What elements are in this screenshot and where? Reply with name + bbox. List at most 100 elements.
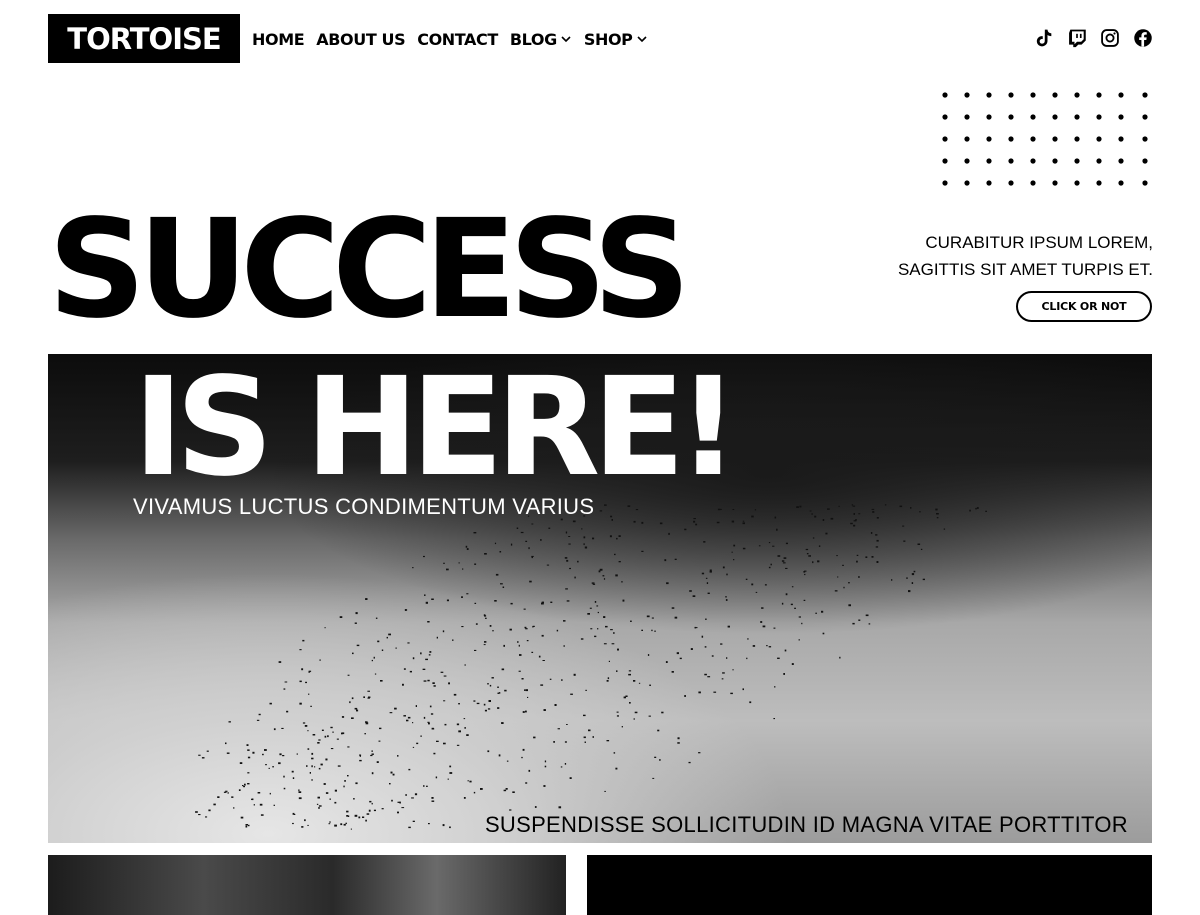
bird-mark	[856, 554, 859, 556]
bird-mark	[395, 647, 397, 649]
bird-mark	[420, 652, 422, 655]
bird-mark	[531, 556, 533, 559]
bird-mark	[592, 736, 594, 738]
bird-mark	[311, 779, 313, 781]
nav-about-us-label: ABOUT US	[316, 29, 406, 49]
bird-mark	[607, 677, 610, 680]
bird-mark	[304, 725, 308, 727]
bird-mark	[641, 550, 644, 552]
bird-mark	[649, 684, 651, 686]
bird-mark	[876, 561, 879, 563]
bird-mark	[585, 689, 587, 691]
bird-mark	[195, 811, 198, 813]
bird-mark	[625, 695, 628, 697]
bird-mark	[815, 612, 817, 614]
bird-mark	[305, 681, 307, 684]
nav-shop[interactable]: SHOP	[584, 30, 648, 49]
bird-mark	[397, 755, 399, 757]
bird-mark	[354, 707, 358, 710]
bird-mark	[347, 815, 350, 817]
bird-mark	[198, 754, 201, 756]
bird-mark	[676, 652, 679, 655]
bird-mark	[785, 593, 788, 596]
bird-mark	[768, 566, 771, 569]
chevron-down-icon	[636, 36, 647, 43]
bird-mark	[428, 823, 430, 825]
nav-about-us[interactable]: ABOUT US	[316, 30, 405, 49]
bird-mark	[777, 555, 781, 557]
bird-mark	[463, 797, 466, 799]
nav-blog[interactable]: BLOG	[510, 30, 572, 49]
bird-mark	[483, 703, 486, 706]
facebook-icon[interactable]	[1133, 28, 1153, 48]
bird-mark	[805, 548, 809, 551]
bird-mark	[223, 791, 227, 793]
bird-mark	[903, 540, 906, 542]
bird-mark	[720, 508, 722, 510]
bird-mark	[621, 726, 623, 728]
bird-mark	[356, 709, 359, 712]
bird-mark	[484, 709, 487, 712]
bird-mark	[764, 584, 767, 586]
bird-mark	[621, 581, 623, 583]
bird-mark	[521, 678, 524, 680]
bird-mark	[732, 509, 735, 510]
bird-mark	[822, 632, 825, 635]
bird-mark	[368, 696, 371, 698]
bird-mark	[319, 659, 321, 661]
bird-mark	[461, 596, 463, 598]
feature-card-dark[interactable]	[587, 855, 1152, 915]
instagram-icon[interactable]	[1100, 28, 1120, 48]
bird-mark	[899, 505, 903, 508]
bird-mark	[704, 646, 707, 648]
bird-mark	[447, 778, 449, 780]
bird-mark	[543, 709, 546, 711]
bird-mark	[412, 820, 415, 822]
click-or-not-button[interactable]: CLICK OR NOT	[1016, 291, 1152, 322]
bird-mark	[544, 760, 547, 763]
bird-mark	[717, 508, 721, 511]
bird-mark	[420, 735, 422, 737]
bird-mark	[408, 826, 411, 829]
site-logo[interactable]: TORTOISE	[48, 14, 240, 63]
tiktok-icon[interactable]	[1034, 28, 1054, 48]
bird-mark	[325, 758, 328, 761]
bird-mark	[245, 824, 248, 826]
bird-mark	[583, 543, 585, 546]
bird-mark	[307, 748, 310, 750]
bird-mark	[463, 718, 466, 720]
bird-mark	[725, 596, 727, 598]
nav-home[interactable]: HOME	[252, 30, 305, 49]
bird-mark	[707, 676, 711, 678]
bird-mark	[852, 505, 856, 507]
twitch-icon[interactable]	[1067, 28, 1087, 48]
bird-mark	[836, 555, 838, 557]
bird-mark	[677, 742, 680, 744]
bird-mark	[431, 598, 434, 600]
nav-contact[interactable]: CONTACT	[417, 30, 498, 49]
bird-mark	[423, 555, 425, 558]
bird-mark	[324, 735, 327, 738]
bird-mark	[565, 588, 568, 590]
bird-mark	[443, 675, 447, 677]
bird-mark	[301, 668, 304, 671]
bird-mark	[540, 684, 544, 686]
feature-card-image[interactable]	[48, 855, 566, 915]
bird-mark	[380, 680, 383, 682]
bird-mark	[365, 819, 367, 822]
bird-mark	[610, 629, 613, 631]
bird-mark	[858, 619, 861, 621]
bird-mark	[638, 682, 641, 684]
bird-mark	[732, 669, 734, 671]
bird-mark	[198, 814, 201, 816]
bird-mark	[512, 791, 515, 793]
bird-mark	[282, 755, 285, 757]
bird-mark	[359, 755, 361, 757]
bird-mark	[465, 545, 468, 548]
bird-mark	[429, 705, 432, 708]
bird-mark	[618, 561, 621, 563]
bird-mark	[310, 705, 312, 707]
bird-mark	[733, 544, 736, 547]
bird-mark	[443, 700, 446, 702]
bird-mark	[936, 517, 939, 519]
